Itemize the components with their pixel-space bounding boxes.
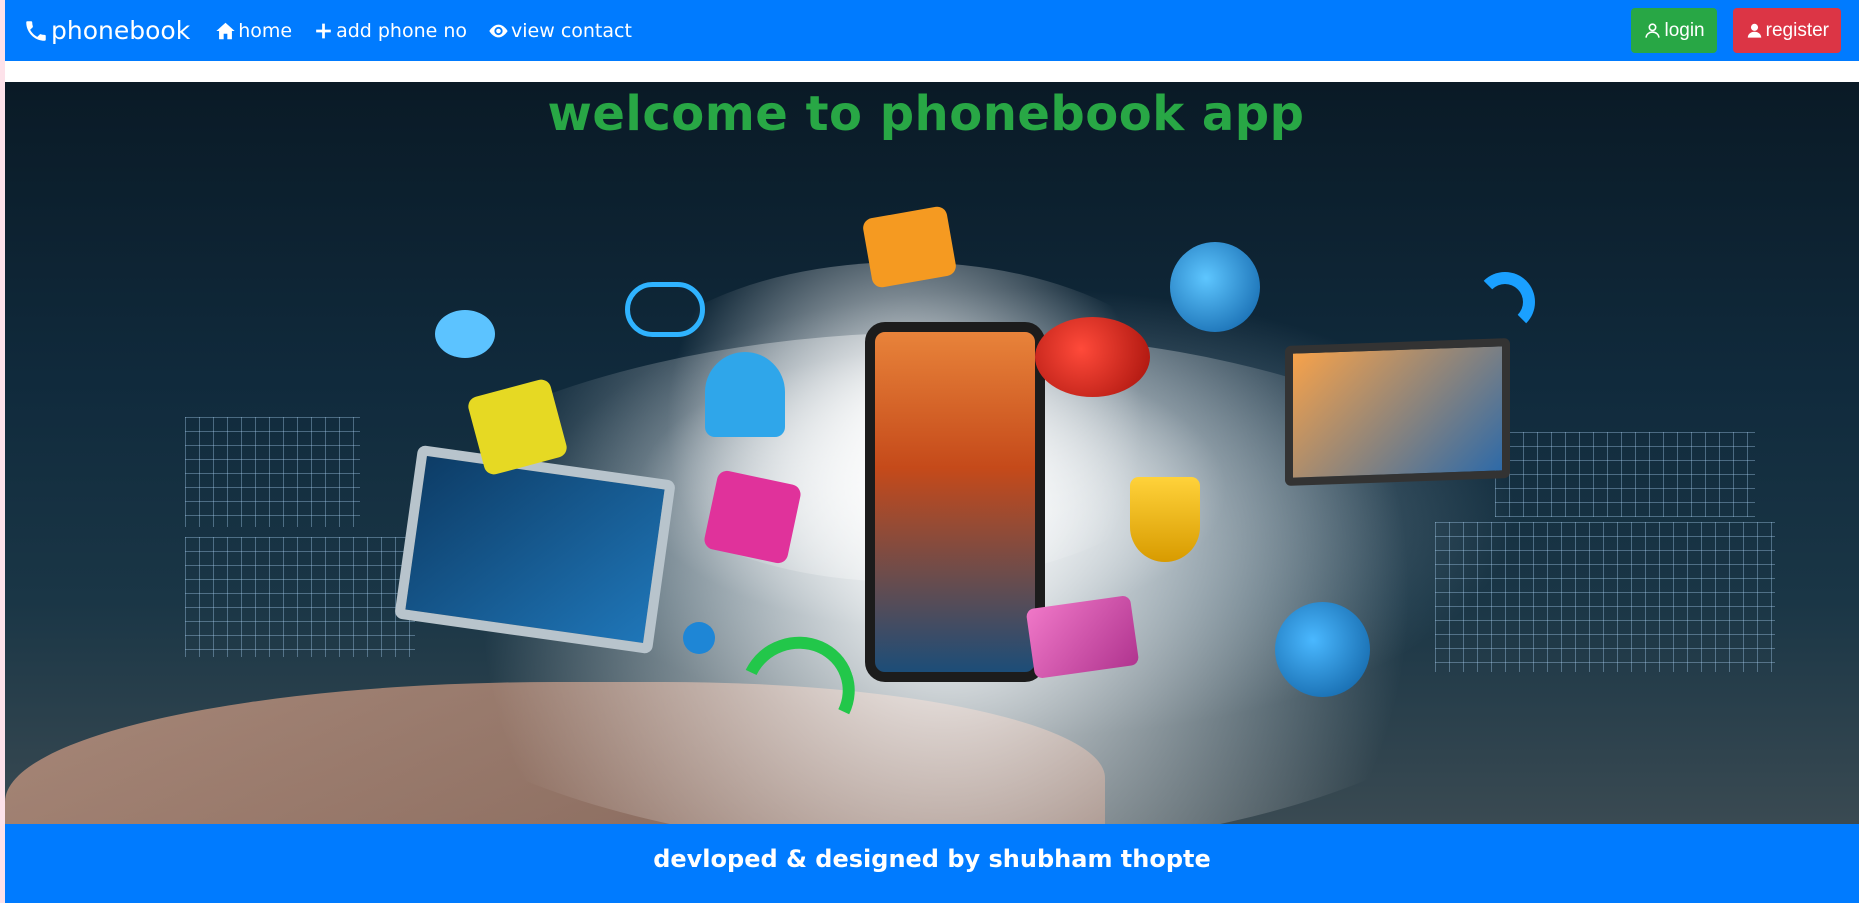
chart-panel — [1495, 432, 1755, 517]
chat-bubble-icon — [1035, 317, 1150, 397]
navbar: phonebook home add phone no view contact — [5, 0, 1859, 61]
eye-icon — [489, 24, 508, 37]
smartphone-image — [865, 322, 1045, 682]
cloud-upload-icon — [625, 282, 705, 337]
nav-link-add-phone[interactable]: add phone no — [312, 20, 467, 42]
plus-icon — [316, 23, 331, 38]
login-button[interactable]: login — [1631, 8, 1717, 53]
world-map-panel — [185, 417, 360, 527]
brand-label: phonebook — [51, 16, 191, 45]
arrow-icon — [1475, 272, 1535, 332]
envelope-icon — [1025, 595, 1140, 679]
tablet-image — [394, 444, 676, 655]
register-button[interactable]: register — [1732, 8, 1841, 53]
register-label: register — [1765, 19, 1829, 41]
phone-icon — [26, 20, 46, 41]
question-icon — [683, 622, 715, 654]
hero-banner: welcome to phonebook app — [5, 82, 1859, 824]
login-label: login — [1664, 19, 1705, 41]
home-icon — [216, 22, 235, 39]
shield-icon — [1130, 477, 1200, 562]
auth-buttons: login register — [1631, 8, 1841, 53]
nav-link-label: home — [238, 19, 293, 42]
footer: devloped & designed by shubham thopte — [5, 824, 1859, 903]
mail-bubble-icon — [435, 310, 495, 358]
globe-icon — [1170, 242, 1260, 332]
nav-link-view-contact[interactable]: view contact — [487, 20, 632, 42]
user-icon — [1747, 23, 1761, 38]
nav-link-label: add phone no — [336, 19, 468, 42]
cube-cart-icon — [861, 205, 958, 289]
footer-credit: devloped & designed by shubham thopte — [653, 844, 1211, 873]
page-title: welcome to phonebook app — [547, 86, 1305, 142]
user-outline-icon — [1645, 23, 1661, 38]
laptop-image — [1285, 338, 1510, 486]
page: phonebook home add phone no view contact — [5, 0, 1859, 903]
globe-icon — [1275, 602, 1370, 697]
nav-link-label: view contact — [511, 19, 632, 42]
nav-link-home[interactable]: home — [214, 20, 292, 42]
person-icon — [705, 352, 785, 437]
magenta-cube-icon — [702, 469, 803, 565]
brand-link[interactable]: phonebook — [23, 16, 190, 45]
